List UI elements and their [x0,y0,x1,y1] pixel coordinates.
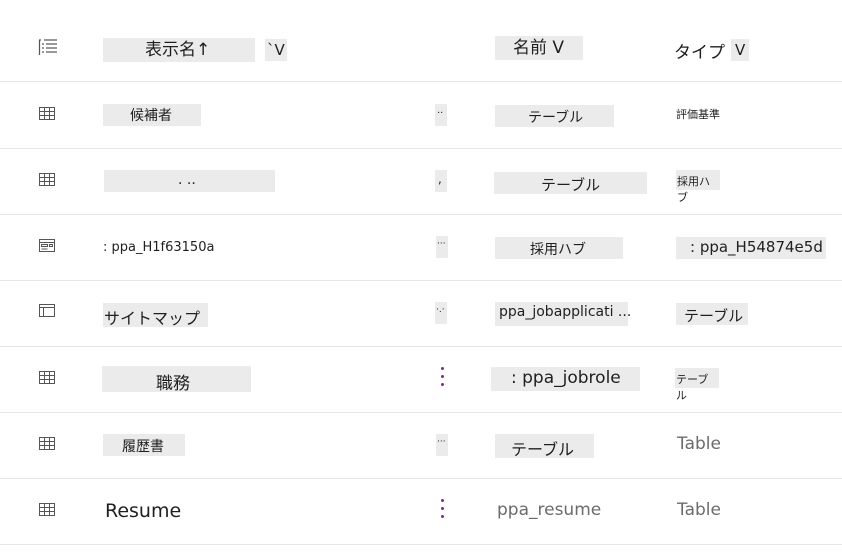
more-options-text: ·.· [436,305,445,315]
type-cell: 採用ハブ [676,170,720,204]
display-name-text: : ppa_H1f63150a [103,240,215,255]
more-options-button[interactable] [438,499,446,523]
table-row[interactable]: : ppa_H1f63150a ··· 採用ハブ : ppa_H54874e5d [0,214,842,281]
name-text[interactable]: ppa_resume [497,500,601,520]
column-header-name-label: 名前 V [513,38,565,58]
more-options-text: ··· [437,239,446,249]
column-header-type-label: タイプ [674,43,725,63]
more-options-button[interactable]: , [435,170,447,192]
column-header-display-name-label: 表示名↑ [145,40,211,60]
more-options-button[interactable]: ··· [436,236,448,258]
table-icon [39,173,55,187]
more-options-button[interactable]: ··· [436,434,448,456]
display-name-cell[interactable]: 職務 [102,366,251,394]
type-text: テーブル [684,307,744,325]
table-row[interactable]: . .. , テーブル 採用ハブ [0,148,842,215]
type-text: : ppa_H54874e5d [690,238,823,256]
more-options-button[interactable]: ·· [435,104,447,126]
form-icon [39,239,55,253]
type-cell: テーブル [676,303,748,325]
table-icon [39,107,55,121]
more-options-text: ··· [437,437,446,447]
table-icon [39,437,55,451]
type-text: Table [677,434,721,454]
type-text: Table [677,500,721,520]
type-cell: : ppa_H54874e5d [676,237,826,259]
table-row[interactable]: Resume ppa_resume Table [0,478,842,545]
more-options-button[interactable]: ·.· [435,302,447,324]
display-name-text: 職務 [156,374,190,394]
sitemap-icon [39,304,55,318]
name-cell[interactable]: : ppa_jobrole [491,367,640,391]
type-sort-icon[interactable]: V [731,39,750,61]
display-name-sort-icon[interactable]: `V [265,39,287,61]
name-text: : ppa_jobrole [511,368,621,388]
list-view-icon[interactable] [38,38,58,56]
name-text: テーブル [511,440,575,459]
name-cell[interactable]: ppa_jobapplicati ... [495,302,632,326]
display-name-cell[interactable]: サイトマップ [103,303,208,328]
more-options-text: ·· [437,108,444,119]
name-text: ppa_jobapplicati ... [499,304,632,320]
display-name-text[interactable]: Resume [105,500,181,522]
name-cell[interactable]: テーブル [495,105,614,127]
type-text: 採用ハブ [677,175,710,204]
display-name-text: . .. [178,172,196,188]
name-cell[interactable]: テーブル [495,434,594,459]
name-cell[interactable]: テーブル [494,172,647,194]
name-cell[interactable]: 採用ハブ [495,237,623,259]
display-name-text: サイトマップ [104,309,201,328]
display-name-text: 履歴書 [122,439,164,455]
column-header-display-name[interactable]: 表示名↑ [103,38,255,62]
list-header: 表示名↑ `V 名前 V タイプ V [0,14,842,82]
more-options-button[interactable] [438,367,446,391]
table-icon [39,371,55,385]
name-text: テーブル [528,110,584,126]
type-text: 評価基準 [676,108,720,121]
table-row[interactable]: サイトマップ ·.· ppa_jobapplicati ... テーブル [0,280,842,347]
display-name-text: 候補者 [130,108,172,124]
column-header-name[interactable]: 名前 V [495,36,583,60]
type-cell: テーブル [675,368,719,402]
name-text: 採用ハブ [530,242,586,258]
table-icon [39,503,55,517]
more-options-text: , [438,172,442,186]
table-row[interactable]: 候補者 ·· テーブル 評価基準 [0,82,842,149]
display-name-cell[interactable]: 履歴書 [103,434,185,456]
type-text: テーブル [676,373,709,402]
table-row[interactable]: 職務 : ppa_jobrole テーブル [0,346,842,413]
table-row[interactable]: 履歴書 ··· テーブル Table [0,412,842,479]
name-text: テーブル [541,176,601,194]
display-name-cell[interactable]: . .. [104,170,275,192]
display-name-cell[interactable]: 候補者 [103,104,201,126]
